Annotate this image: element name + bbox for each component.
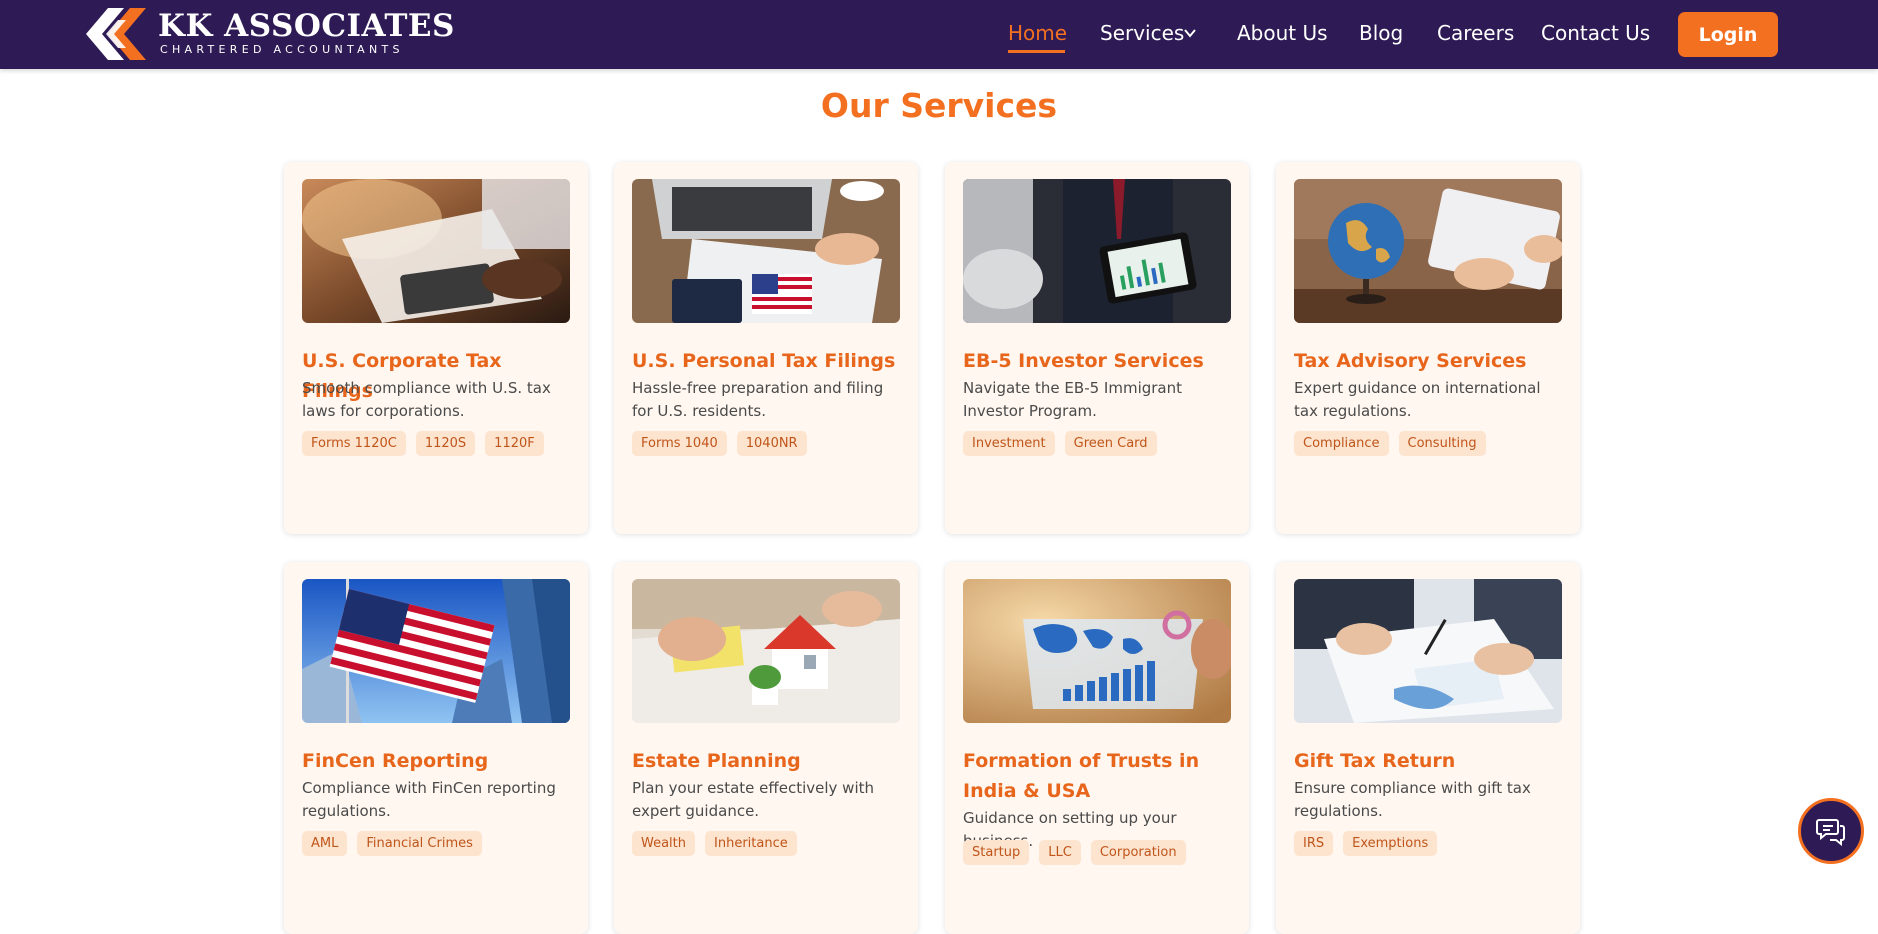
globe-tablet-photo [1294, 179, 1562, 323]
tag: Inheritance [705, 831, 797, 856]
service-description: Navigate the EB-5 Immigrant Investor Pro… [963, 379, 1183, 420]
tag: AML [302, 831, 348, 856]
tag: Forms 1040 [632, 431, 727, 456]
tag: 1120F [485, 431, 544, 456]
nav-item-services[interactable]: Services [1100, 21, 1184, 45]
kk-chevron-logo-icon [86, 8, 146, 60]
chat-bubbles-icon [1816, 819, 1845, 846]
tag: Corporation [1090, 840, 1186, 865]
chat-button[interactable] [1798, 798, 1864, 864]
tag: Financial Crimes [357, 831, 482, 856]
tag-list: Investment Green Card [963, 431, 1157, 456]
service-title: Formation of Trusts in India & USA [963, 750, 1200, 802]
service-card-eb5[interactable]: EB-5 Investor Services Navigate the EB-5… [945, 162, 1249, 534]
tag-list: Startup LLC Corporation [963, 840, 1186, 865]
chevron-down-icon[interactable] [1183, 26, 1197, 40]
section-title: Our Services [820, 86, 1058, 125]
tag: Startup [963, 840, 1030, 865]
service-card-personal-tax[interactable]: U.S. Personal Tax Filings Hassle-free pr… [614, 162, 918, 534]
tag: Green Card [1064, 431, 1157, 456]
service-card-trusts-formation[interactable]: Formation of Trusts in India & USA Guida… [945, 562, 1249, 934]
nav-item-blog[interactable]: Blog [1359, 21, 1403, 45]
service-description: Expert guidance on international tax reg… [1294, 379, 1541, 420]
tag-list: Compliance Consulting [1294, 431, 1486, 456]
service-card-fincen[interactable]: FinCen Reporting Compliance with FinCen … [284, 562, 588, 934]
calculator-documents-photo [302, 179, 570, 323]
tag: 1120S [415, 431, 476, 456]
brand-name: KK ASSOCIATES [158, 8, 455, 44]
document-review-photo [1294, 579, 1562, 723]
tag-list: AML Financial Crimes [302, 831, 482, 856]
login-button[interactable]: Login [1678, 12, 1778, 57]
service-description: Ensure compliance with gift tax regulati… [1294, 779, 1531, 820]
nav-item-contact-us[interactable]: Contact Us [1541, 21, 1650, 45]
tag-list: Wealth Inheritance [632, 831, 797, 856]
world-map-analytics-photo [963, 579, 1231, 723]
brand-tagline: CHARTERED ACCOUNTANTS [160, 43, 404, 56]
tag: Wealth [632, 831, 696, 856]
tag-list: IRS Exemptions [1294, 831, 1438, 856]
service-description: Hassle-free preparation and filing for U… [632, 379, 884, 420]
tag-list: Forms 1120C 1120S 1120F [302, 431, 544, 456]
service-description: Compliance with FinCen reporting regulat… [302, 779, 556, 820]
tag: LLC [1039, 840, 1081, 865]
tag: 1040NR [736, 431, 807, 456]
active-underline [1008, 50, 1065, 53]
tag: IRS [1294, 831, 1334, 856]
nav-item-home[interactable]: Home [1008, 21, 1067, 45]
tag: Investment [963, 431, 1055, 456]
american-flag-skyscrapers-photo [302, 579, 570, 723]
service-title: EB-5 Investor Services [963, 350, 1204, 372]
service-card-gift-tax[interactable]: Gift Tax Return Ensure compliance with g… [1276, 562, 1580, 934]
service-description: Plan your estate effectively with expert… [632, 779, 874, 820]
service-description: Smooth compliance with U.S. tax laws for… [302, 379, 551, 420]
tag: Compliance [1294, 431, 1389, 456]
service-card-tax-advisory[interactable]: Tax Advisory Services Expert guidance on… [1276, 162, 1580, 534]
service-card-estate-planning[interactable]: Estate Planning Plan your estate effecti… [614, 562, 918, 934]
service-title: Tax Advisory Services [1294, 350, 1527, 372]
businessmen-tablet-chart-photo [963, 179, 1231, 323]
tag: Exemptions [1343, 831, 1438, 856]
laptop-passport-flag-photo [632, 179, 900, 323]
service-title: U.S. Personal Tax Filings [632, 350, 896, 372]
tag-list: Forms 1040 1040NR [632, 431, 807, 456]
service-title: Gift Tax Return [1294, 750, 1456, 772]
tag: Consulting [1398, 431, 1486, 456]
service-card-corporate-tax[interactable]: U.S. Corporate Tax Filings Smooth compli… [284, 162, 588, 534]
tag: Forms 1120C [302, 431, 406, 456]
top-navbar: KK ASSOCIATES CHARTERED ACCOUNTANTS Home… [0, 0, 1878, 69]
service-title: FinCen Reporting [302, 750, 489, 772]
service-title: Estate Planning [632, 750, 801, 772]
nav-item-careers[interactable]: Careers [1437, 21, 1514, 45]
house-model-paperwork-photo [632, 579, 900, 723]
nav-item-about-us[interactable]: About Us [1237, 21, 1328, 45]
